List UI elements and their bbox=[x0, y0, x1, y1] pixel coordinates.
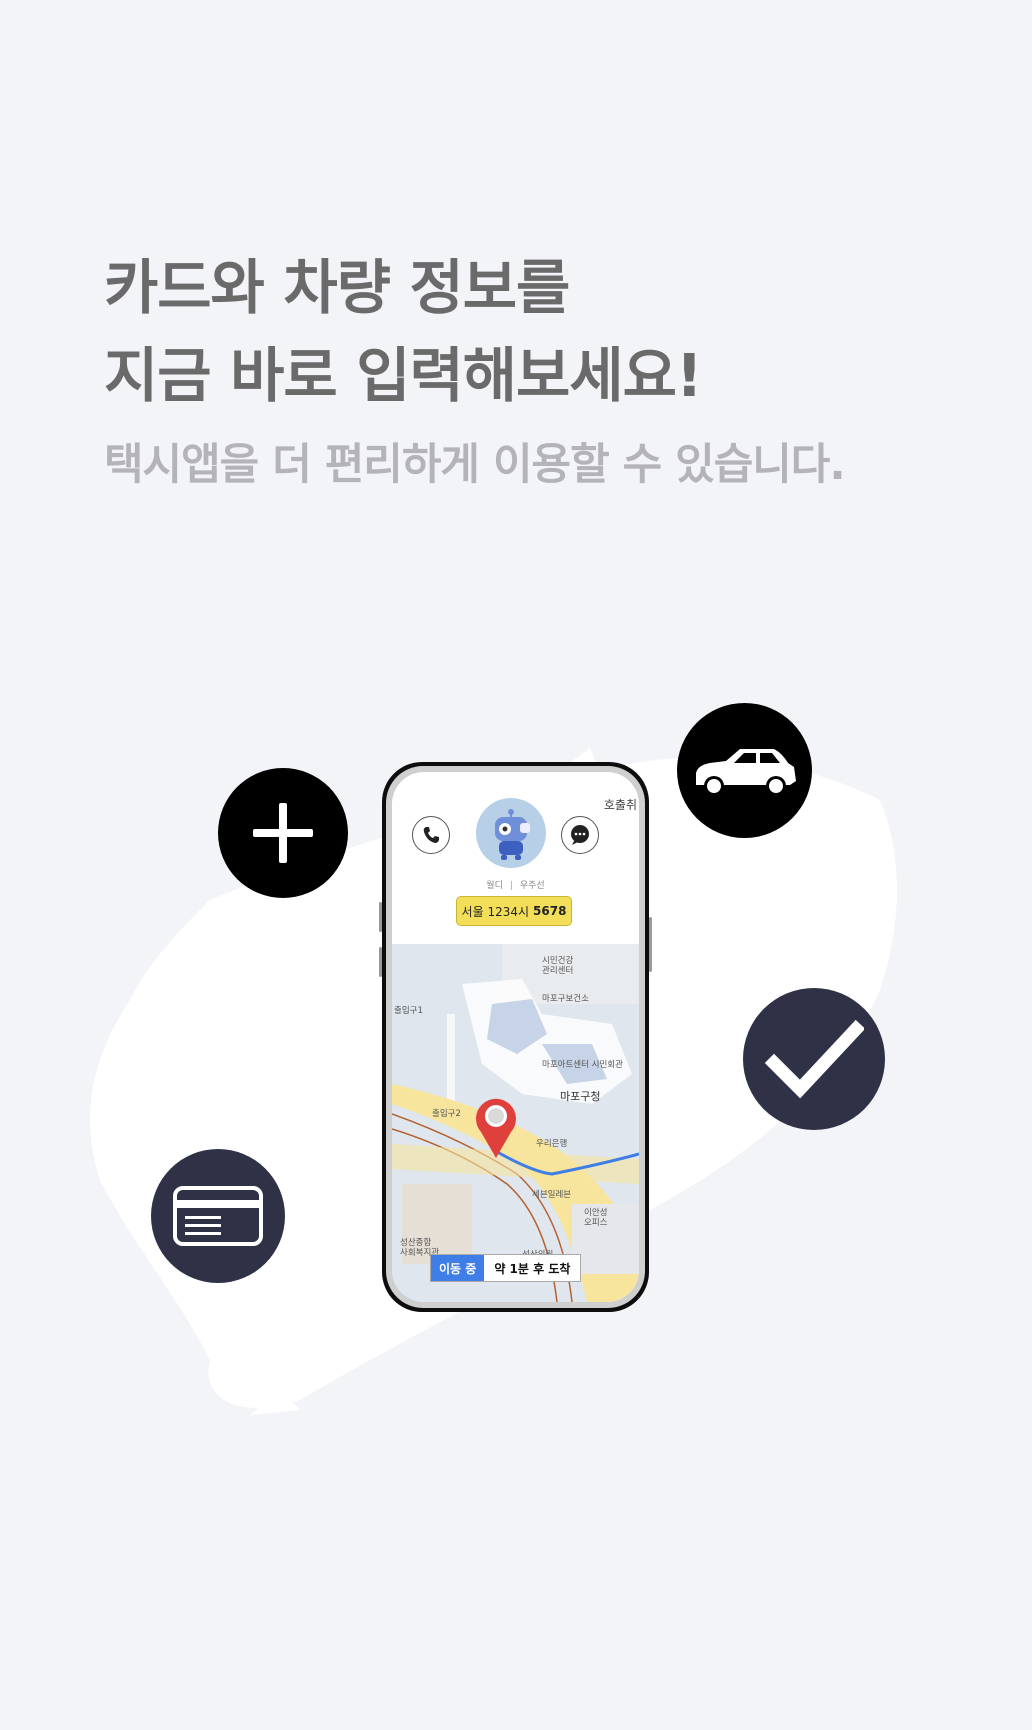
map-label-exit-1: 출입구1 bbox=[394, 1006, 423, 1016]
phone-mockup: 호출취 월디 우주선 서울 1234시 5678 시민건강 관리센터 마포구보건… bbox=[379, 762, 652, 1312]
divider bbox=[510, 881, 512, 890]
phone-volume-button bbox=[379, 902, 382, 932]
eta-status-bar: 이동 중 약 1분 후 도착 bbox=[430, 1254, 582, 1282]
phone-screen: 호출취 월디 우주선 서울 1234시 5678 시민건강 관리센터 마포구보건… bbox=[392, 772, 639, 1302]
call-cancel-label[interactable]: 호출취 bbox=[604, 796, 637, 813]
car-icon bbox=[695, 748, 796, 796]
map-label-seven-eleven: 세븐일레븐 bbox=[532, 1190, 572, 1200]
map-label-exit-2: 출입구2 bbox=[432, 1109, 461, 1119]
driver-avatar bbox=[476, 798, 546, 868]
status-moving: 이동 중 bbox=[431, 1255, 485, 1281]
card-circle bbox=[151, 1149, 285, 1283]
phone-power-button bbox=[649, 917, 652, 972]
map-label-mapo-health: 마포구보건소 bbox=[542, 994, 589, 1004]
chat-button[interactable] bbox=[561, 816, 599, 854]
phone-icon bbox=[423, 827, 439, 843]
plate-prefix: 서울 1234시 bbox=[461, 904, 530, 919]
map-label-health-center: 시민건강 관리센터 bbox=[542, 956, 574, 976]
map-label-woori-bank: 우리은행 bbox=[536, 1139, 568, 1149]
license-plate: 서울 1234시 5678 bbox=[456, 896, 572, 926]
status-eta: 약 1분 후 도착 bbox=[494, 1261, 571, 1276]
plate-number: 5678 bbox=[533, 904, 567, 918]
robot-mascot-icon bbox=[495, 809, 530, 860]
call-button[interactable] bbox=[412, 816, 450, 854]
driver-name: 월디 bbox=[486, 881, 503, 891]
plus-icon bbox=[253, 803, 313, 863]
map-label-mapo-office: 마포구청 bbox=[560, 1090, 601, 1103]
chat-bubble-icon bbox=[571, 825, 589, 845]
map-label-ian-officetel: 이안성 오피스 bbox=[584, 1208, 608, 1228]
map-view[interactable]: 시민건강 관리센터 마포구보건소 출입구1 마포아트센터 시민회관 마포구청 출입… bbox=[392, 944, 639, 1302]
checkmark-icon bbox=[764, 1019, 864, 1099]
phone-volume-button bbox=[379, 947, 382, 977]
driver-info: 월디 우주선 bbox=[392, 878, 639, 891]
plus-circle bbox=[218, 768, 348, 898]
car-circle bbox=[677, 703, 812, 838]
map-label-civic-hall: 마포아트센터 시민회관 bbox=[542, 1060, 623, 1070]
credit-card-icon bbox=[173, 1186, 263, 1246]
check-circle bbox=[743, 988, 885, 1130]
car-model: 우주선 bbox=[519, 881, 545, 891]
location-pin-icon bbox=[476, 1098, 516, 1158]
